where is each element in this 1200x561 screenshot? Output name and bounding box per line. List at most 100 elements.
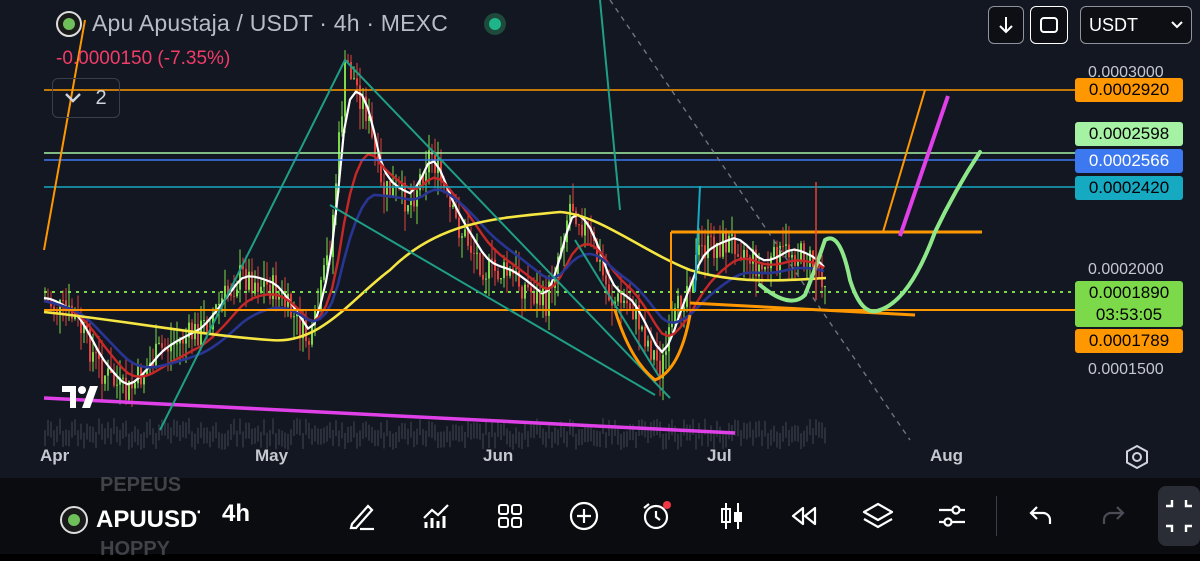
volume-bar	[476, 422, 478, 439]
candle-body	[95, 352, 97, 354]
volume-bar	[365, 421, 367, 438]
orange-projection-line	[882, 89, 926, 233]
volume-bar	[68, 430, 70, 447]
volume-bar	[242, 431, 244, 448]
price-change: -0.0000150 (-7.35%)	[56, 48, 231, 69]
download-button[interactable]	[988, 6, 1024, 44]
watchlist-symbol-prev[interactable]: PEPEUS	[100, 474, 181, 497]
volume-bar	[305, 418, 307, 435]
volume-bar	[341, 422, 343, 439]
volume-bar	[695, 433, 697, 450]
candle-body	[644, 326, 646, 347]
candle-body	[653, 350, 655, 360]
volume-bar	[527, 431, 529, 448]
volume-bar	[776, 431, 778, 448]
candle-body	[464, 229, 466, 237]
candle-body	[698, 245, 700, 255]
replay-button[interactable]	[784, 496, 824, 536]
candle-body	[722, 233, 724, 257]
alerts-button[interactable]	[636, 496, 676, 536]
drawing-tool-button[interactable]	[342, 496, 382, 536]
timeframe-button[interactable]: 4h	[222, 500, 250, 528]
chart-type-button[interactable]	[712, 496, 752, 536]
candle-body	[647, 340, 649, 347]
undo-button[interactable]	[1020, 496, 1060, 536]
volume-bar	[596, 430, 598, 447]
volume-bar	[446, 426, 448, 443]
volume-bar	[773, 425, 775, 442]
candle-body	[248, 271, 250, 290]
chart-settings-button[interactable]	[1124, 444, 1150, 470]
candle-body	[125, 377, 127, 400]
volume-bar	[665, 432, 667, 449]
volume-bar	[299, 419, 301, 436]
volume-bar	[302, 432, 304, 449]
candle-body	[665, 351, 667, 355]
candle-body	[257, 282, 259, 293]
symbol-select[interactable]: USDT	[1080, 6, 1192, 44]
layout-button[interactable]	[490, 496, 530, 536]
toolbar-symbol[interactable]: APUUSDT	[60, 506, 200, 534]
volume-bar	[206, 427, 208, 444]
candle-body	[158, 343, 160, 345]
candle-body	[353, 78, 355, 80]
alert-clock-icon	[643, 501, 671, 530]
volume-bar	[557, 429, 559, 446]
teal-wedge-down	[344, 59, 671, 399]
candle-body	[203, 320, 205, 322]
magenta-projection-line	[898, 95, 950, 237]
settings-button[interactable]	[932, 496, 972, 536]
volume-bar	[506, 428, 508, 445]
candle-body	[809, 250, 811, 268]
volume-bar	[134, 426, 136, 443]
candle-body	[452, 205, 454, 207]
candle-body	[542, 288, 544, 306]
volume-bar	[152, 428, 154, 445]
volume-bar	[368, 424, 370, 441]
candle-body	[803, 243, 805, 270]
price-tag-orange-high: 0.0002920	[1075, 78, 1183, 102]
candle-body	[101, 359, 103, 384]
volume-bar	[233, 418, 235, 435]
candle-body	[605, 275, 607, 285]
add-button[interactable]	[564, 496, 604, 536]
watchlist-symbol-next[interactable]: HOPPY	[100, 538, 170, 561]
candle-body	[413, 200, 415, 207]
volume-bar	[455, 424, 457, 441]
candle-body	[341, 116, 343, 133]
indicators-toggle[interactable]: 2	[52, 78, 120, 118]
volume-bar	[566, 431, 568, 448]
price-chart[interactable]	[0, 0, 1200, 478]
fullscreen-button[interactable]	[1030, 6, 1068, 44]
volume-bar	[158, 424, 160, 441]
volume-bar	[515, 427, 517, 444]
candle-body	[461, 236, 463, 238]
volume-bar	[92, 426, 94, 443]
volume-bar	[101, 423, 103, 440]
volume-bar	[125, 420, 127, 437]
redo-button[interactable]	[1094, 496, 1134, 536]
settings-hexagon-icon	[1126, 444, 1148, 470]
price-axis-label: 0.0002000	[1088, 261, 1164, 278]
volume-bar	[749, 421, 751, 438]
volume-bar	[362, 422, 364, 439]
settings-icon	[939, 505, 965, 527]
time-axis-label: Aug	[930, 446, 964, 465]
candle-body	[527, 284, 529, 288]
candle-body	[155, 343, 157, 367]
volume-bar	[155, 432, 157, 449]
volume-bar	[257, 425, 259, 442]
fullscreen-exit-button[interactable]	[1158, 486, 1200, 546]
volume-bar	[131, 431, 133, 448]
volume-bar	[593, 429, 595, 446]
fullscreen-exit-icon	[1166, 500, 1192, 532]
volume-bar	[197, 427, 199, 444]
volume-bar	[521, 432, 523, 449]
symbol-select-value: USDT	[1089, 14, 1138, 35]
volume-bar	[110, 428, 112, 445]
volume-bar	[452, 424, 454, 441]
indicators-button[interactable]	[416, 496, 456, 536]
volume-bar	[380, 422, 382, 439]
object-tree-button[interactable]	[858, 496, 898, 536]
volume-bar	[353, 421, 355, 438]
